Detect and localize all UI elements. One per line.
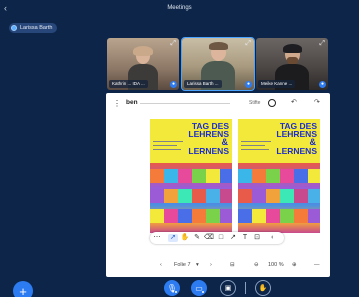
participant-name: Kathrin ... IDA ... <box>109 80 148 88</box>
expand-icon[interactable]: ⤢ <box>170 40 176 48</box>
mic-status-dot <box>174 290 178 294</box>
more-nav-icon[interactable]: — <box>314 262 320 268</box>
shared-whiteboard[interactable]: ⋮ ben Stifte ↶ ↷ TAG DES LEHRENS & LERNEN… <box>106 93 330 277</box>
mic-icon: ● <box>245 81 252 88</box>
meeting-title: Meetings <box>167 5 192 11</box>
presenter-name: Larissa Barth <box>20 25 53 31</box>
pen-tool-icon[interactable]: ✎ <box>192 234 202 242</box>
page-dropdown-icon[interactable]: ▾ <box>196 262 199 268</box>
arrow-tool-icon[interactable]: ↗ <box>228 234 238 242</box>
microphone-button[interactable]: 🎙 <box>164 280 180 296</box>
expand-icon[interactable]: ⤢ <box>319 40 325 48</box>
image-tool-icon[interactable]: ⊡ <box>252 234 262 242</box>
page-selector[interactable]: Folie 7 <box>174 262 191 268</box>
poster-image: TAG DES LEHRENS & LERNENS <box>238 119 320 233</box>
rectangle-tool-icon[interactable]: □ <box>216 234 226 242</box>
add-button[interactable]: + <box>13 281 33 297</box>
poster-heading: LERNENS <box>188 146 229 156</box>
fit-page-icon[interactable]: ⊟ <box>230 262 235 268</box>
presenter-badge[interactable]: Larissa Barth <box>9 23 58 33</box>
participant-name: Meike Kanne ... <box>258 80 296 88</box>
expand-icon[interactable]: ⤢ <box>245 40 251 48</box>
poster-image: TAG DES LEHRENS & LERNENS <box>150 119 232 233</box>
zoom-out-icon[interactable]: ⊖ <box>254 262 259 268</box>
drawing-toolbar: ⋯ ➚ ✋ ✎ ⌫ □ ↗ T ⊡ ◐ <box>150 232 284 244</box>
pen-color-icon[interactable] <box>268 99 276 107</box>
presenter-avatar-icon <box>11 25 17 31</box>
camera-status-dot <box>201 290 205 294</box>
plus-icon: + <box>19 283 27 297</box>
title-bar: ‹ Meetings <box>0 0 359 18</box>
mic-muted-icon: ● <box>170 81 177 88</box>
undo-icon[interactable]: ↶ <box>291 98 297 106</box>
pen-tool-label[interactable]: Stifte <box>249 100 260 106</box>
more-tools-icon[interactable]: ⋯ <box>152 234 162 242</box>
participant-name: Larissa Barth ... <box>184 80 222 88</box>
hand-raise-icon: ✋ <box>258 285 268 292</box>
board-title: ben <box>126 99 138 106</box>
divider <box>245 282 246 294</box>
participant-tile[interactable]: ⤢ Larissa Barth ... ● <box>181 37 255 91</box>
more-options-icon[interactable]: ⋮ <box>113 99 121 108</box>
page-navigation: ‹ Folie 7 ▾ › ⊟ ⊖ 100 % ⊕ — <box>150 260 330 272</box>
mic-muted-icon: ● <box>319 81 326 88</box>
screen-share-button[interactable]: ▣ <box>220 280 236 296</box>
divider <box>140 103 230 104</box>
participant-tile[interactable]: ⤢ Kathrin ... IDA ... ● <box>107 38 179 90</box>
participant-tile[interactable]: ⤢ Meike Kanne ... ● <box>256 38 328 90</box>
poster-heading: LERNENS <box>276 146 317 156</box>
camera-button[interactable]: ▭ <box>191 280 207 296</box>
hand-tool-icon[interactable]: ✋ <box>180 234 190 242</box>
poster-pattern <box>150 163 232 233</box>
eraser-tool-icon[interactable]: ⌫ <box>204 234 214 242</box>
leave-call-button[interactable]: ✋ <box>255 280 271 296</box>
zoom-in-icon[interactable]: ⊕ <box>292 262 297 268</box>
zoom-level: 100 % <box>268 262 284 268</box>
collapse-toolbar-icon[interactable]: ◐ <box>268 234 278 242</box>
next-page-icon[interactable]: › <box>210 262 212 268</box>
select-tool-icon[interactable]: ➚ <box>168 234 178 242</box>
screen-share-icon: ▣ <box>224 285 232 292</box>
poster-pattern <box>238 163 320 233</box>
redo-icon[interactable]: ↷ <box>314 98 320 106</box>
text-tool-icon[interactable]: T <box>240 234 250 242</box>
prev-page-icon[interactable]: ‹ <box>160 262 162 268</box>
